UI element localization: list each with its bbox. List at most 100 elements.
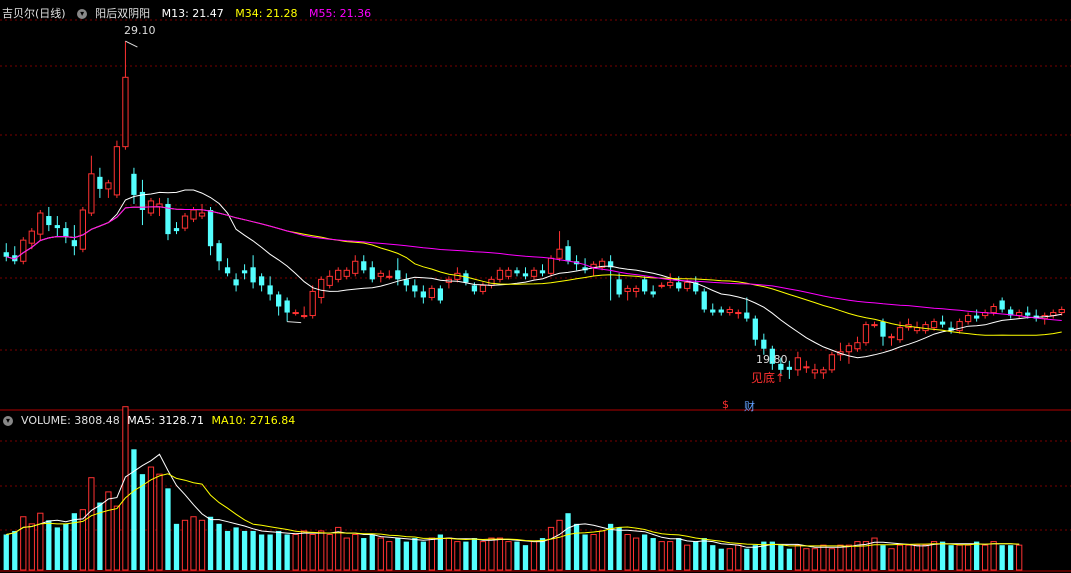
candle-down — [701, 291, 707, 310]
volume-bar-down — [939, 541, 946, 570]
volume-bar-down — [752, 545, 758, 570]
candle-down — [744, 312, 750, 319]
volume-bar-down — [361, 538, 367, 570]
candle-down — [650, 291, 656, 295]
volume-bar-down — [973, 541, 980, 570]
volume-bar-up — [113, 505, 121, 571]
candle-down — [522, 273, 529, 277]
volume-bar-up — [318, 530, 325, 571]
candle-down — [539, 270, 546, 274]
volume-bar-down — [412, 538, 418, 570]
volume-bar-down — [744, 548, 750, 570]
volume-bar-up — [837, 544, 844, 571]
candle-up — [803, 366, 810, 369]
candle-up — [896, 327, 904, 341]
candle-down — [258, 276, 265, 286]
candle-down — [412, 285, 418, 292]
candle-down — [642, 279, 648, 292]
candle-up — [335, 269, 342, 280]
candle-down — [761, 339, 767, 349]
volume-label: VOLUME: 3808.48 — [21, 414, 120, 427]
volume-bar-up — [505, 541, 512, 571]
candle-up — [37, 212, 44, 235]
candle-down — [403, 279, 409, 286]
volume-bar-down — [778, 545, 784, 570]
candle-up — [343, 269, 350, 277]
candle-down — [54, 225, 60, 229]
volume-bar-up — [598, 530, 606, 571]
volume-bar-down — [216, 523, 222, 570]
volume-bar-up — [845, 544, 853, 571]
candle-up — [198, 212, 206, 217]
candle-up — [845, 345, 853, 353]
volume-bar-down — [258, 534, 265, 570]
candle-down — [216, 243, 222, 262]
volume-bar-up — [335, 526, 342, 571]
candle-up — [828, 354, 836, 371]
volume-bar-up — [590, 534, 597, 571]
volume-bar-down — [565, 513, 571, 570]
candle-up — [454, 272, 461, 280]
volume-bar-up — [803, 548, 810, 571]
money-flow-icon[interactable]: $ — [722, 398, 729, 411]
candle-up — [88, 173, 95, 214]
financial-report-icon[interactable]: 财 — [744, 398, 755, 414]
volume-bar-down — [369, 534, 375, 570]
candle-up — [990, 306, 997, 314]
candle-down — [276, 294, 282, 307]
volume-bar-down — [769, 541, 775, 570]
volume-bar-up — [292, 534, 299, 571]
volume-bar-down — [616, 527, 622, 570]
indicator-name: 阳后双阴阳 — [95, 7, 151, 20]
candle-down — [565, 246, 571, 262]
candle-down — [369, 267, 375, 280]
volume-bar-up — [309, 534, 316, 571]
volume-bar-up — [820, 544, 827, 571]
volume-bar-up — [147, 466, 155, 571]
candle-up — [1058, 309, 1065, 314]
candle-up — [811, 369, 819, 374]
collapse-icon[interactable]: ▾ — [3, 416, 13, 426]
candle-up — [735, 312, 742, 315]
candle-down — [233, 279, 239, 286]
volume-bar-down — [514, 541, 520, 570]
volume-bar-up — [88, 477, 95, 571]
volume-bar-up — [964, 544, 972, 571]
ma5-label: MA5: 3128.71 — [127, 414, 204, 427]
volume-bar-down — [642, 534, 648, 570]
candle-up — [428, 287, 435, 298]
volume-bar-down — [395, 538, 401, 570]
candle-up — [854, 342, 861, 350]
candle-up — [956, 321, 963, 332]
candle-down — [880, 321, 886, 337]
volume-bar-down — [276, 530, 282, 570]
candle-down — [284, 300, 290, 313]
candle-down — [939, 321, 946, 325]
volume-bar-down — [582, 534, 588, 570]
collapse-icon[interactable]: ▾ — [77, 9, 88, 19]
candle-up — [181, 215, 189, 229]
volume-bar-down — [233, 527, 239, 570]
ma34-label: M34: 21.28 — [235, 7, 298, 20]
volume-bar-up — [122, 406, 129, 571]
volume-bar-up — [905, 544, 912, 571]
volume-bar-up — [20, 516, 27, 571]
volume-bar-down — [241, 530, 248, 570]
volume-bar-up — [530, 541, 538, 571]
volume-bar-up — [684, 544, 691, 571]
candle-up — [28, 230, 35, 244]
volume-bar-up — [667, 541, 674, 571]
volume-bar-down — [207, 516, 214, 570]
volume-bar-down — [710, 545, 716, 570]
volume-bar-down — [165, 488, 171, 570]
volume-bar-up — [896, 544, 904, 571]
candlestick-chart[interactable] — [0, 0, 1071, 573]
volume-bar-up — [105, 491, 112, 571]
candle-up — [964, 315, 972, 323]
candle-up — [556, 248, 563, 259]
candle-down — [250, 267, 256, 283]
volume-bar-down — [573, 523, 580, 570]
volume-bar-up — [990, 541, 997, 571]
volume-bar-up — [445, 537, 453, 571]
volume-bar-up — [190, 516, 197, 571]
